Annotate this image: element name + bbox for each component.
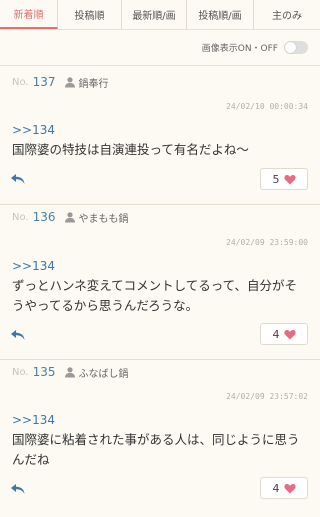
user-name: やまもも鍋 xyxy=(78,213,129,225)
post-timestamp: 24/02/10 00:00:34 xyxy=(226,102,308,111)
post-body: 国際婆に粘着された事がある人は、同じように思うんだね xyxy=(12,432,300,467)
reply-arrow-icon[interactable] xyxy=(10,482,26,496)
heart-icon xyxy=(283,329,296,339)
post-item: No. 136 やまもも鍋 24/02/09 23:59:00 >>134 ずっ… xyxy=(0,205,320,360)
post-timestamp: 24/02/09 23:57:02 xyxy=(226,392,308,401)
like-button[interactable]: 4 xyxy=(260,477,308,499)
post-timestamp: 24/02/09 23:59:00 xyxy=(226,238,308,247)
post-header: No. 137 鍋奉行 xyxy=(12,70,109,94)
post-number[interactable]: 136 xyxy=(33,210,56,224)
user-icon xyxy=(64,212,75,223)
reply-arrow-icon[interactable] xyxy=(10,328,26,342)
tab-post-order-images[interactable]: 投稿順/画 xyxy=(187,0,254,29)
post-item: No. 137 鍋奉行 24/02/10 00:00:34 >>134 国際婆の… xyxy=(0,66,320,205)
like-button[interactable]: 5 xyxy=(260,168,308,190)
like-count: 4 xyxy=(272,481,280,495)
user-icon xyxy=(64,367,75,378)
post-header: No. 135 ふなばし鍋 xyxy=(12,360,129,384)
like-count: 5 xyxy=(272,172,280,186)
post-number-label: No. xyxy=(12,76,29,88)
post-item: No. 135 ふなばし鍋 24/02/09 23:57:02 >>134 国際… xyxy=(0,360,320,517)
reply-arrow-icon[interactable] xyxy=(10,172,26,186)
toggle-knob xyxy=(285,42,296,53)
post-body: 国際婆の特技は自演連投って有名だよね〜 xyxy=(12,142,249,157)
tab-owner-only[interactable]: 主のみ xyxy=(254,0,320,29)
post-number-label: No. xyxy=(12,366,29,378)
heart-icon xyxy=(283,174,296,184)
post-number[interactable]: 135 xyxy=(33,365,56,379)
like-count: 4 xyxy=(272,327,280,341)
tab-post-order[interactable]: 投稿順 xyxy=(58,0,122,29)
post-body: ずっとハンネ変えてコメントしてるって、自分がそうやってるから思うんだろうな。 xyxy=(12,278,298,313)
like-button[interactable]: 4 xyxy=(260,323,308,345)
reply-anchor-link[interactable]: >>134 xyxy=(12,259,55,273)
post-header: No. 136 やまもも鍋 xyxy=(12,205,129,229)
tab-newest-images[interactable]: 最新順/画 xyxy=(122,0,187,29)
reply-anchor-link[interactable]: >>134 xyxy=(12,413,55,427)
image-toggle-row: 画像表示ON・OFF xyxy=(0,30,320,66)
heart-icon xyxy=(283,483,296,493)
image-toggle-switch[interactable] xyxy=(284,41,308,54)
post-number-label: No. xyxy=(12,211,29,223)
sort-tabs: 新着順 投稿順 最新順/画 投稿順/画 主のみ xyxy=(0,0,320,30)
reply-anchor-link[interactable]: >>134 xyxy=(12,123,55,137)
image-toggle-label: 画像表示ON・OFF xyxy=(201,44,278,54)
tab-newest[interactable]: 新着順 xyxy=(0,0,58,29)
user-name: 鍋奉行 xyxy=(78,78,109,90)
post-number[interactable]: 137 xyxy=(33,75,56,89)
user-name: ふなばし鍋 xyxy=(78,368,129,380)
user-icon xyxy=(64,77,75,88)
